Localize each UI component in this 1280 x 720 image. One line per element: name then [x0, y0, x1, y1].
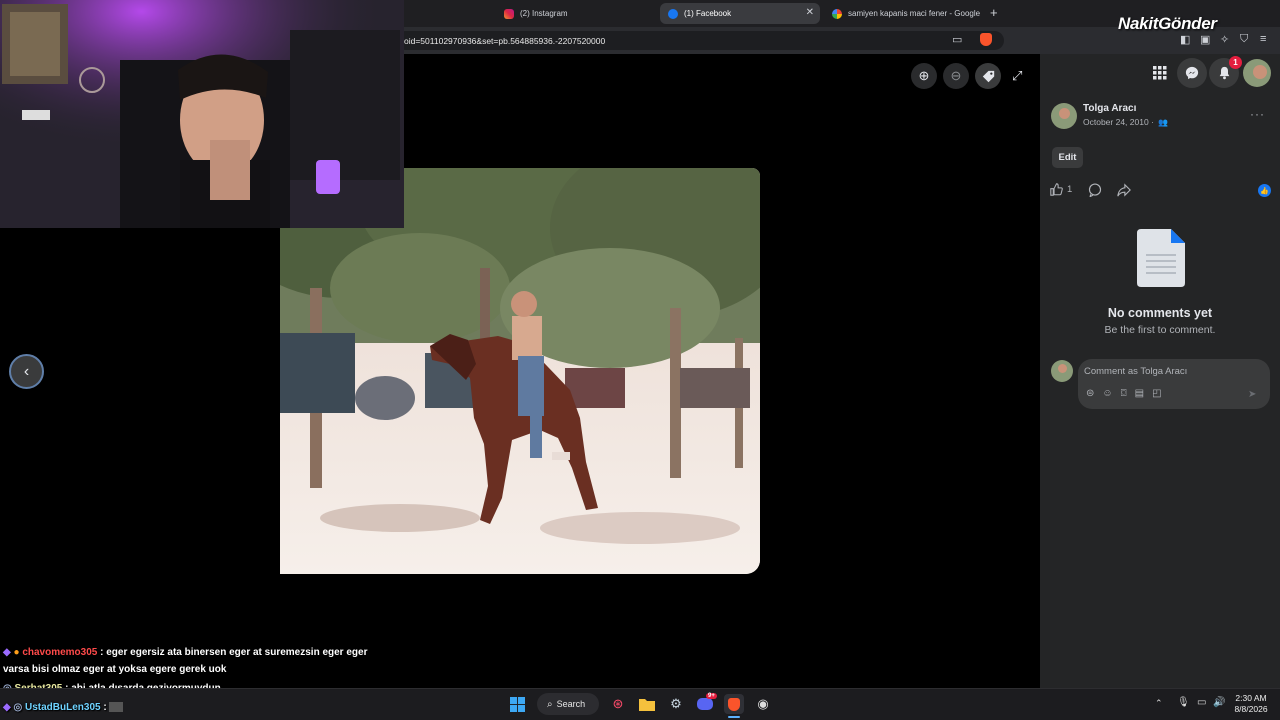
- share-icon[interactable]: [1117, 183, 1131, 202]
- vpn-icon[interactable]: ⛉: [1240, 33, 1248, 46]
- streamer-webcam: [0, 0, 404, 228]
- menu-icon[interactable]: ≡: [1260, 33, 1266, 45]
- obs-icon[interactable]: ◉: [753, 694, 773, 714]
- camera-icon[interactable]: ⌼: [1121, 388, 1127, 399]
- volume-icon[interactable]: 🔊: [1213, 697, 1225, 708]
- tag-icon[interactable]: [975, 63, 1001, 89]
- send-icon[interactable]: ➤: [1248, 389, 1256, 400]
- profile-avatar[interactable]: [1243, 59, 1271, 87]
- no-comments-subtitle: Be the first to comment.: [1104, 324, 1216, 336]
- like-reaction-icon[interactable]: 👍: [1258, 184, 1271, 197]
- comment-icon[interactable]: [1088, 183, 1102, 202]
- google-icon: [832, 8, 842, 19]
- steam-icon[interactable]: ⚙: [666, 694, 686, 714]
- post-date[interactable]: October 24, 2010 · 👥: [1083, 117, 1168, 127]
- post-date-text: October 24, 2010 ·: [1083, 117, 1154, 127]
- photo: [280, 168, 760, 574]
- show-hidden-icons[interactable]: ⌃: [1155, 698, 1163, 709]
- network-icon[interactable]: ▭: [1197, 697, 1206, 708]
- document-icon: [1137, 229, 1185, 292]
- webcam-feed: [0, 0, 404, 228]
- sidebar-icon[interactable]: ◧: [1180, 33, 1190, 46]
- microphone-icon[interactable]: 🎙: [1177, 697, 1190, 708]
- chat-username: UstadBuLen305: [25, 702, 101, 713]
- clock-time[interactable]: 2:30 AM: [1226, 693, 1276, 703]
- chevron-left-icon: ‹: [23, 362, 30, 380]
- leo-ai-icon[interactable]: ✧: [1220, 33, 1229, 46]
- chat-text: : eger egersiz ata binersen eger at sure…: [100, 647, 368, 658]
- nakitgonder-watermark: NakitGönder: [1118, 14, 1217, 33]
- chat-message-continued: varsa bisi olmaz eger at yoksa egere ger…: [3, 664, 227, 675]
- zoom-in-icon[interactable]: ⊕: [911, 63, 937, 89]
- close-tab-icon[interactable]: ✕: [806, 7, 814, 18]
- wallet-icon[interactable]: ▣: [1200, 33, 1210, 46]
- search-label: Search: [556, 699, 586, 709]
- zoom-out-icon[interactable]: ⊖: [943, 63, 969, 89]
- tab-facebook[interactable]: (1) Facebook ✕: [660, 3, 820, 24]
- active-app-indicator: [728, 716, 740, 718]
- friends-audience-icon: 👥: [1158, 118, 1169, 127]
- tab-google[interactable]: samiyen kapanis maci fener - Google: [824, 3, 984, 24]
- author-name[interactable]: Tolga Aracı: [1083, 103, 1136, 114]
- horse-rider-photo: [280, 168, 760, 574]
- author-avatar[interactable]: [1051, 103, 1077, 129]
- brave-shield-icon[interactable]: [980, 33, 992, 46]
- comment-placeholder: Comment as Tolga Aracı: [1084, 366, 1188, 377]
- menu-grid-icon[interactable]: [1145, 58, 1175, 88]
- windows-start-icon[interactable]: [507, 694, 527, 714]
- fullscreen-icon[interactable]: ⤢: [1012, 68, 1022, 84]
- like-button[interactable]: 1: [1050, 183, 1072, 196]
- address-bar[interactable]: oid=501102970936&set=pb.564885936.-22075…: [396, 31, 1004, 50]
- more-options-icon[interactable]: ···: [1250, 107, 1265, 121]
- chat-message: ◆ ◎ UstadBuLen305 :: [3, 702, 124, 713]
- notification-badge: 1: [1229, 56, 1242, 69]
- clock-date[interactable]: 8/8/2026: [1226, 704, 1276, 714]
- instagram-icon: [504, 8, 514, 19]
- messenger-icon[interactable]: [1177, 58, 1207, 88]
- chat-message: ◆ ● chavomemo305 : eger egersiz ata bine…: [3, 647, 367, 658]
- chat-username: chavomemo305: [22, 647, 98, 658]
- no-comments-title: No comments yet: [1107, 306, 1213, 320]
- emoji-icon[interactable]: ☺: [1102, 388, 1112, 399]
- sub-badge-icon: ◆: [3, 647, 11, 658]
- new-tab-button[interactable]: +: [990, 5, 998, 20]
- sub-badge-icon: ◆: [3, 702, 11, 713]
- edit-button[interactable]: Edit: [1052, 147, 1083, 168]
- commenter-avatar[interactable]: [1051, 360, 1073, 382]
- avatar-sticker-icon[interactable]: ⊜: [1086, 388, 1094, 399]
- comment-tools: ⊜ ☺ ⌼ ▤ ◰: [1086, 388, 1162, 399]
- file-explorer-icon[interactable]: [637, 694, 657, 714]
- brave-browser-icon[interactable]: [724, 694, 744, 714]
- chat-text: :: [103, 702, 107, 713]
- previous-photo-button[interactable]: ‹: [9, 354, 44, 389]
- facebook-icon: [668, 8, 678, 19]
- discord-badge: 9+: [706, 693, 717, 699]
- like-count: 1: [1067, 184, 1073, 195]
- tab-instagram[interactable]: (2) Instagram: [496, 3, 656, 24]
- app-red-icon[interactable]: ⊛: [608, 694, 628, 714]
- tab-title: (2) Instagram: [520, 9, 568, 18]
- emote-icon: [109, 702, 124, 713]
- taskbar-search[interactable]: ⌕ Search: [537, 693, 599, 715]
- badge-icon: ◎: [13, 702, 23, 713]
- sticker-icon[interactable]: ◰: [1152, 388, 1161, 399]
- gift-badge-icon: ●: [13, 647, 20, 658]
- tab-title: samiyen kapanis maci fener - Google: [848, 9, 981, 18]
- gif-icon[interactable]: ▤: [1135, 388, 1144, 399]
- tab-title: (1) Facebook: [684, 9, 732, 18]
- search-icon: ⌕: [547, 698, 553, 710]
- like-icon: [1050, 183, 1063, 196]
- cast-icon[interactable]: ▭: [952, 33, 962, 46]
